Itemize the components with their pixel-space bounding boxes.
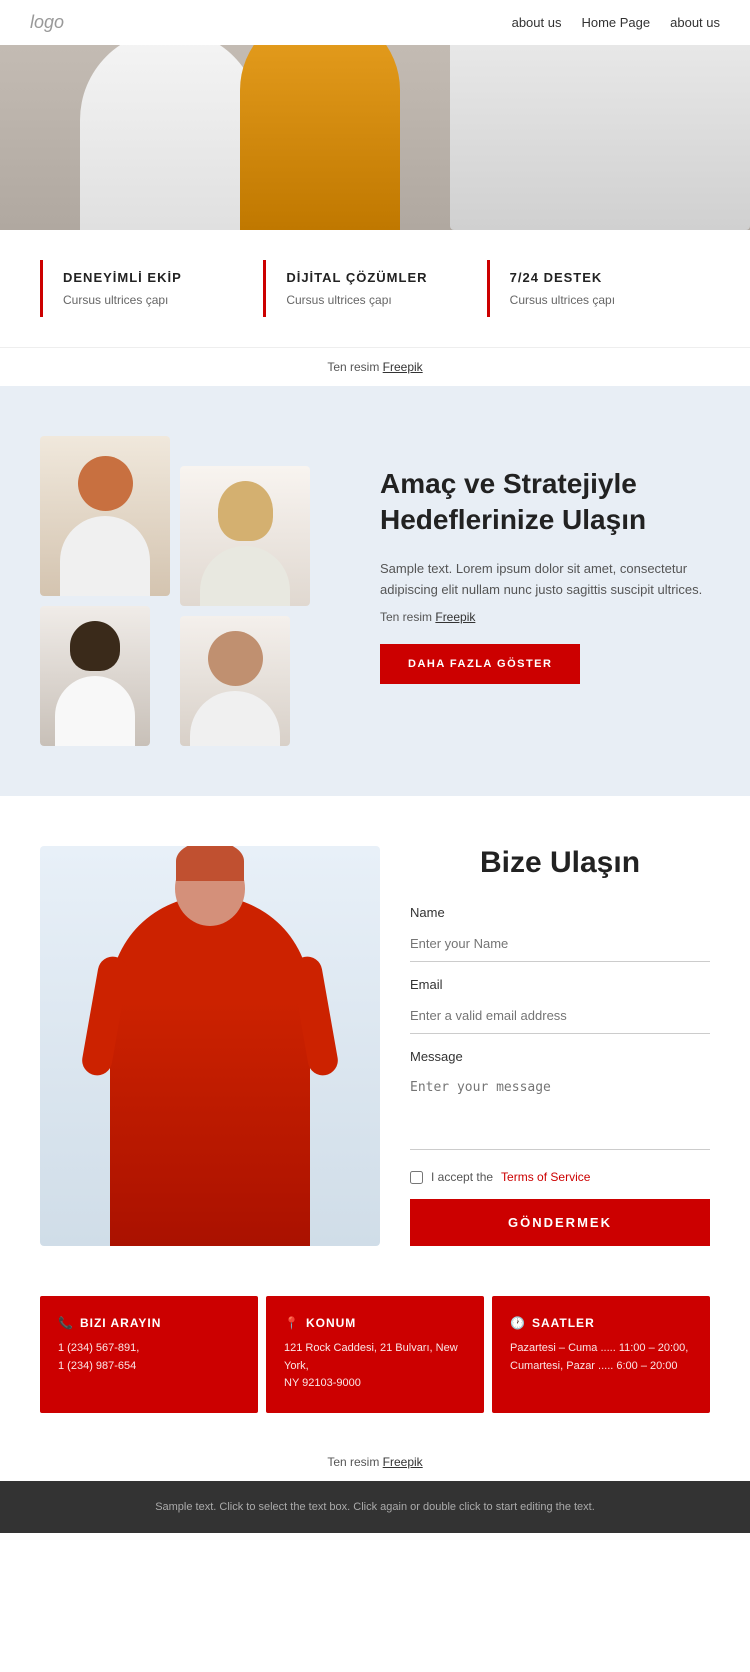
message-input[interactable] [410, 1070, 710, 1150]
submit-button[interactable]: GÖNDERMEK [410, 1199, 710, 1246]
logo: logo [30, 12, 64, 33]
team-content: Amaç ve Stratejiyle Hedeflerinize Ulaşın… [380, 436, 710, 684]
phone-card-title: 📞 BIZI ARAYIN [58, 1316, 240, 1330]
team-photo-man2 [180, 616, 290, 746]
nav-about-us-2[interactable]: about us [670, 15, 720, 30]
feature-item-1: DENEYİMLİ EKİP Cursus ultrices çapı [40, 260, 263, 317]
bottom-bar: Sample text. Click to select the text bo… [0, 1481, 750, 1534]
freepik-credit-2: Ten resim Freepik [0, 1443, 750, 1481]
contact-section: Bize Ulaşın Name Email Message I accept … [0, 796, 750, 1296]
team-text: Sample text. Lorem ipsum dolor sit amet,… [380, 559, 710, 601]
hours-card-text: Pazartesi – Cuma ..... 11:00 – 20:00, Cu… [510, 1340, 692, 1375]
freepik-link-1[interactable]: Freepik [383, 360, 423, 374]
location-icon: 📍 [284, 1316, 300, 1330]
contact-photo [40, 846, 380, 1246]
main-nav: about us Home Page about us [512, 15, 720, 30]
email-input[interactable] [410, 998, 710, 1034]
info-cards: 📞 BIZI ARAYIN 1 (234) 567-891, 1 (234) 9… [0, 1296, 750, 1443]
feature-desc-2: Cursus ultrices çapı [286, 293, 466, 307]
team-photo-woman1 [180, 466, 310, 606]
team-title: Amaç ve Stratejiyle Hedeflerinize Ulaşın [380, 466, 710, 539]
team-photo-man1 [40, 436, 170, 596]
freepik-credit-1: Ten resim Freepik [0, 348, 750, 386]
terms-row: I accept the Terms of Service [410, 1170, 710, 1184]
email-label: Email [410, 977, 710, 992]
nav-home-page[interactable]: Home Page [581, 15, 650, 30]
message-label: Message [410, 1049, 710, 1064]
info-card-location: 📍 KONUM 121 Rock Caddesi, 21 Bulvarı, Ne… [266, 1296, 484, 1413]
message-group: Message [410, 1049, 710, 1155]
team-section: Amaç ve Stratejiyle Hedeflerinize Ulaşın… [0, 386, 750, 796]
email-group: Email [410, 977, 710, 1034]
nav-about-us-1[interactable]: about us [512, 15, 562, 30]
terms-checkbox[interactable] [410, 1171, 423, 1184]
team-photo-woman2 [40, 606, 150, 746]
hours-card-title: 🕐 SAATLER [510, 1316, 692, 1330]
show-more-button[interactable]: DAHA FAZLA GÖSTER [380, 644, 580, 684]
feature-title-3: 7/24 DESTEK [510, 270, 690, 285]
info-card-hours: 🕐 SAATLER Pazartesi – Cuma ..... 11:00 –… [492, 1296, 710, 1413]
team-freepik-link[interactable]: Freepik [435, 610, 475, 624]
team-photos [40, 436, 360, 746]
info-card-phone: 📞 BIZI ARAYIN 1 (234) 567-891, 1 (234) 9… [40, 1296, 258, 1413]
freepik-link-2[interactable]: Freepik [383, 1455, 423, 1469]
feature-desc-1: Cursus ultrices çapı [63, 293, 243, 307]
feature-title-1: DENEYİMLİ EKİP [63, 270, 243, 285]
phone-card-text: 1 (234) 567-891, 1 (234) 987-654 [58, 1340, 240, 1375]
location-card-text: 121 Rock Caddesi, 21 Bulvarı, New York, … [284, 1340, 466, 1393]
team-credit: Ten resim Freepik [380, 610, 710, 624]
name-input[interactable] [410, 926, 710, 962]
contact-form: Bize Ulaşın Name Email Message I accept … [410, 846, 710, 1246]
terms-link[interactable]: Terms of Service [501, 1170, 590, 1184]
clock-icon: 🕐 [510, 1316, 526, 1330]
features-section: DENEYİMLİ EKİP Cursus ultrices çapı DİJİ… [0, 230, 750, 348]
feature-desc-3: Cursus ultrices çapı [510, 293, 690, 307]
photo-col-2 [180, 436, 310, 746]
name-group: Name [410, 905, 710, 962]
footer-text: Sample text. Click to select the text bo… [155, 1501, 595, 1513]
photo-col-1 [40, 436, 170, 746]
hero-person-1 [80, 30, 260, 230]
contact-title: Bize Ulaşın [410, 846, 710, 880]
feature-title-2: DİJİTAL ÇÖZÜMLER [286, 270, 466, 285]
site-header: logo about us Home Page about us [0, 0, 750, 45]
phone-icon: 📞 [58, 1316, 74, 1330]
feature-item-3: 7/24 DESTEK Cursus ultrices çapı [487, 260, 710, 317]
terms-text: I accept the [431, 1170, 493, 1184]
feature-item-2: DİJİTAL ÇÖZÜMLER Cursus ultrices çapı [263, 260, 486, 317]
location-card-title: 📍 KONUM [284, 1316, 466, 1330]
name-label: Name [410, 905, 710, 920]
hero-laptop [450, 40, 750, 230]
